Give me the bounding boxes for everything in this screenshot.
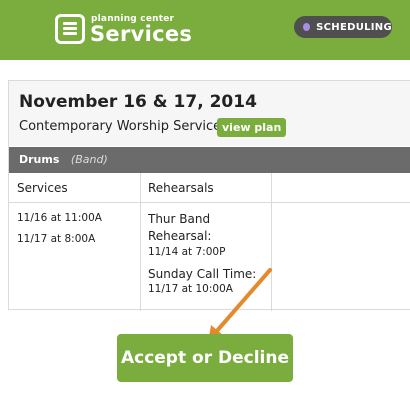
position-name: Drums <box>19 153 60 166</box>
team-position-bar: Drums (Band) <box>9 147 410 173</box>
service-time: 11/17 at 8:00A <box>17 233 96 245</box>
column-divider <box>140 173 141 311</box>
rehearsal-time: 11/14 at 7:00P <box>148 246 226 258</box>
scheduling-dot-icon <box>303 23 311 31</box>
rehearsal-label: Thur Band <box>148 212 211 226</box>
app-header: planning center Services SCHEDULING <box>0 0 410 60</box>
plan-card: November 16 & 17, 2014 Contemporary Wors… <box>8 80 410 311</box>
services-column-header: Services <box>9 173 140 203</box>
rehearsal-time: 11/17 at 10:00A <box>148 283 233 295</box>
plan-summary: November 16 & 17, 2014 Contemporary Wors… <box>9 81 410 146</box>
view-plan-button[interactable]: view plan <box>217 118 287 137</box>
rehearsal-label: Rehearsal: <box>148 229 212 243</box>
empty-column-header <box>271 173 410 203</box>
team-name: (Band) <box>70 153 108 166</box>
scheduling-badge[interactable]: SCHEDULING <box>294 16 392 38</box>
brand-title[interactable]: Services <box>90 22 192 46</box>
accept-or-decline-button[interactable]: Accept or Decline <box>117 334 293 382</box>
plan-dates: November 16 & 17, 2014 <box>19 92 257 112</box>
column-divider <box>271 173 272 311</box>
scheduling-badge-label: SCHEDULING <box>316 21 392 33</box>
service-type-name: Contemporary Worship Service <box>19 119 222 134</box>
rehearsal-label: Sunday Call Time: <box>148 267 257 281</box>
service-time: 11/16 at 11:00A <box>17 212 102 224</box>
services-logo-icon <box>55 14 85 44</box>
rehearsals-column-header: Rehearsals <box>140 173 271 203</box>
